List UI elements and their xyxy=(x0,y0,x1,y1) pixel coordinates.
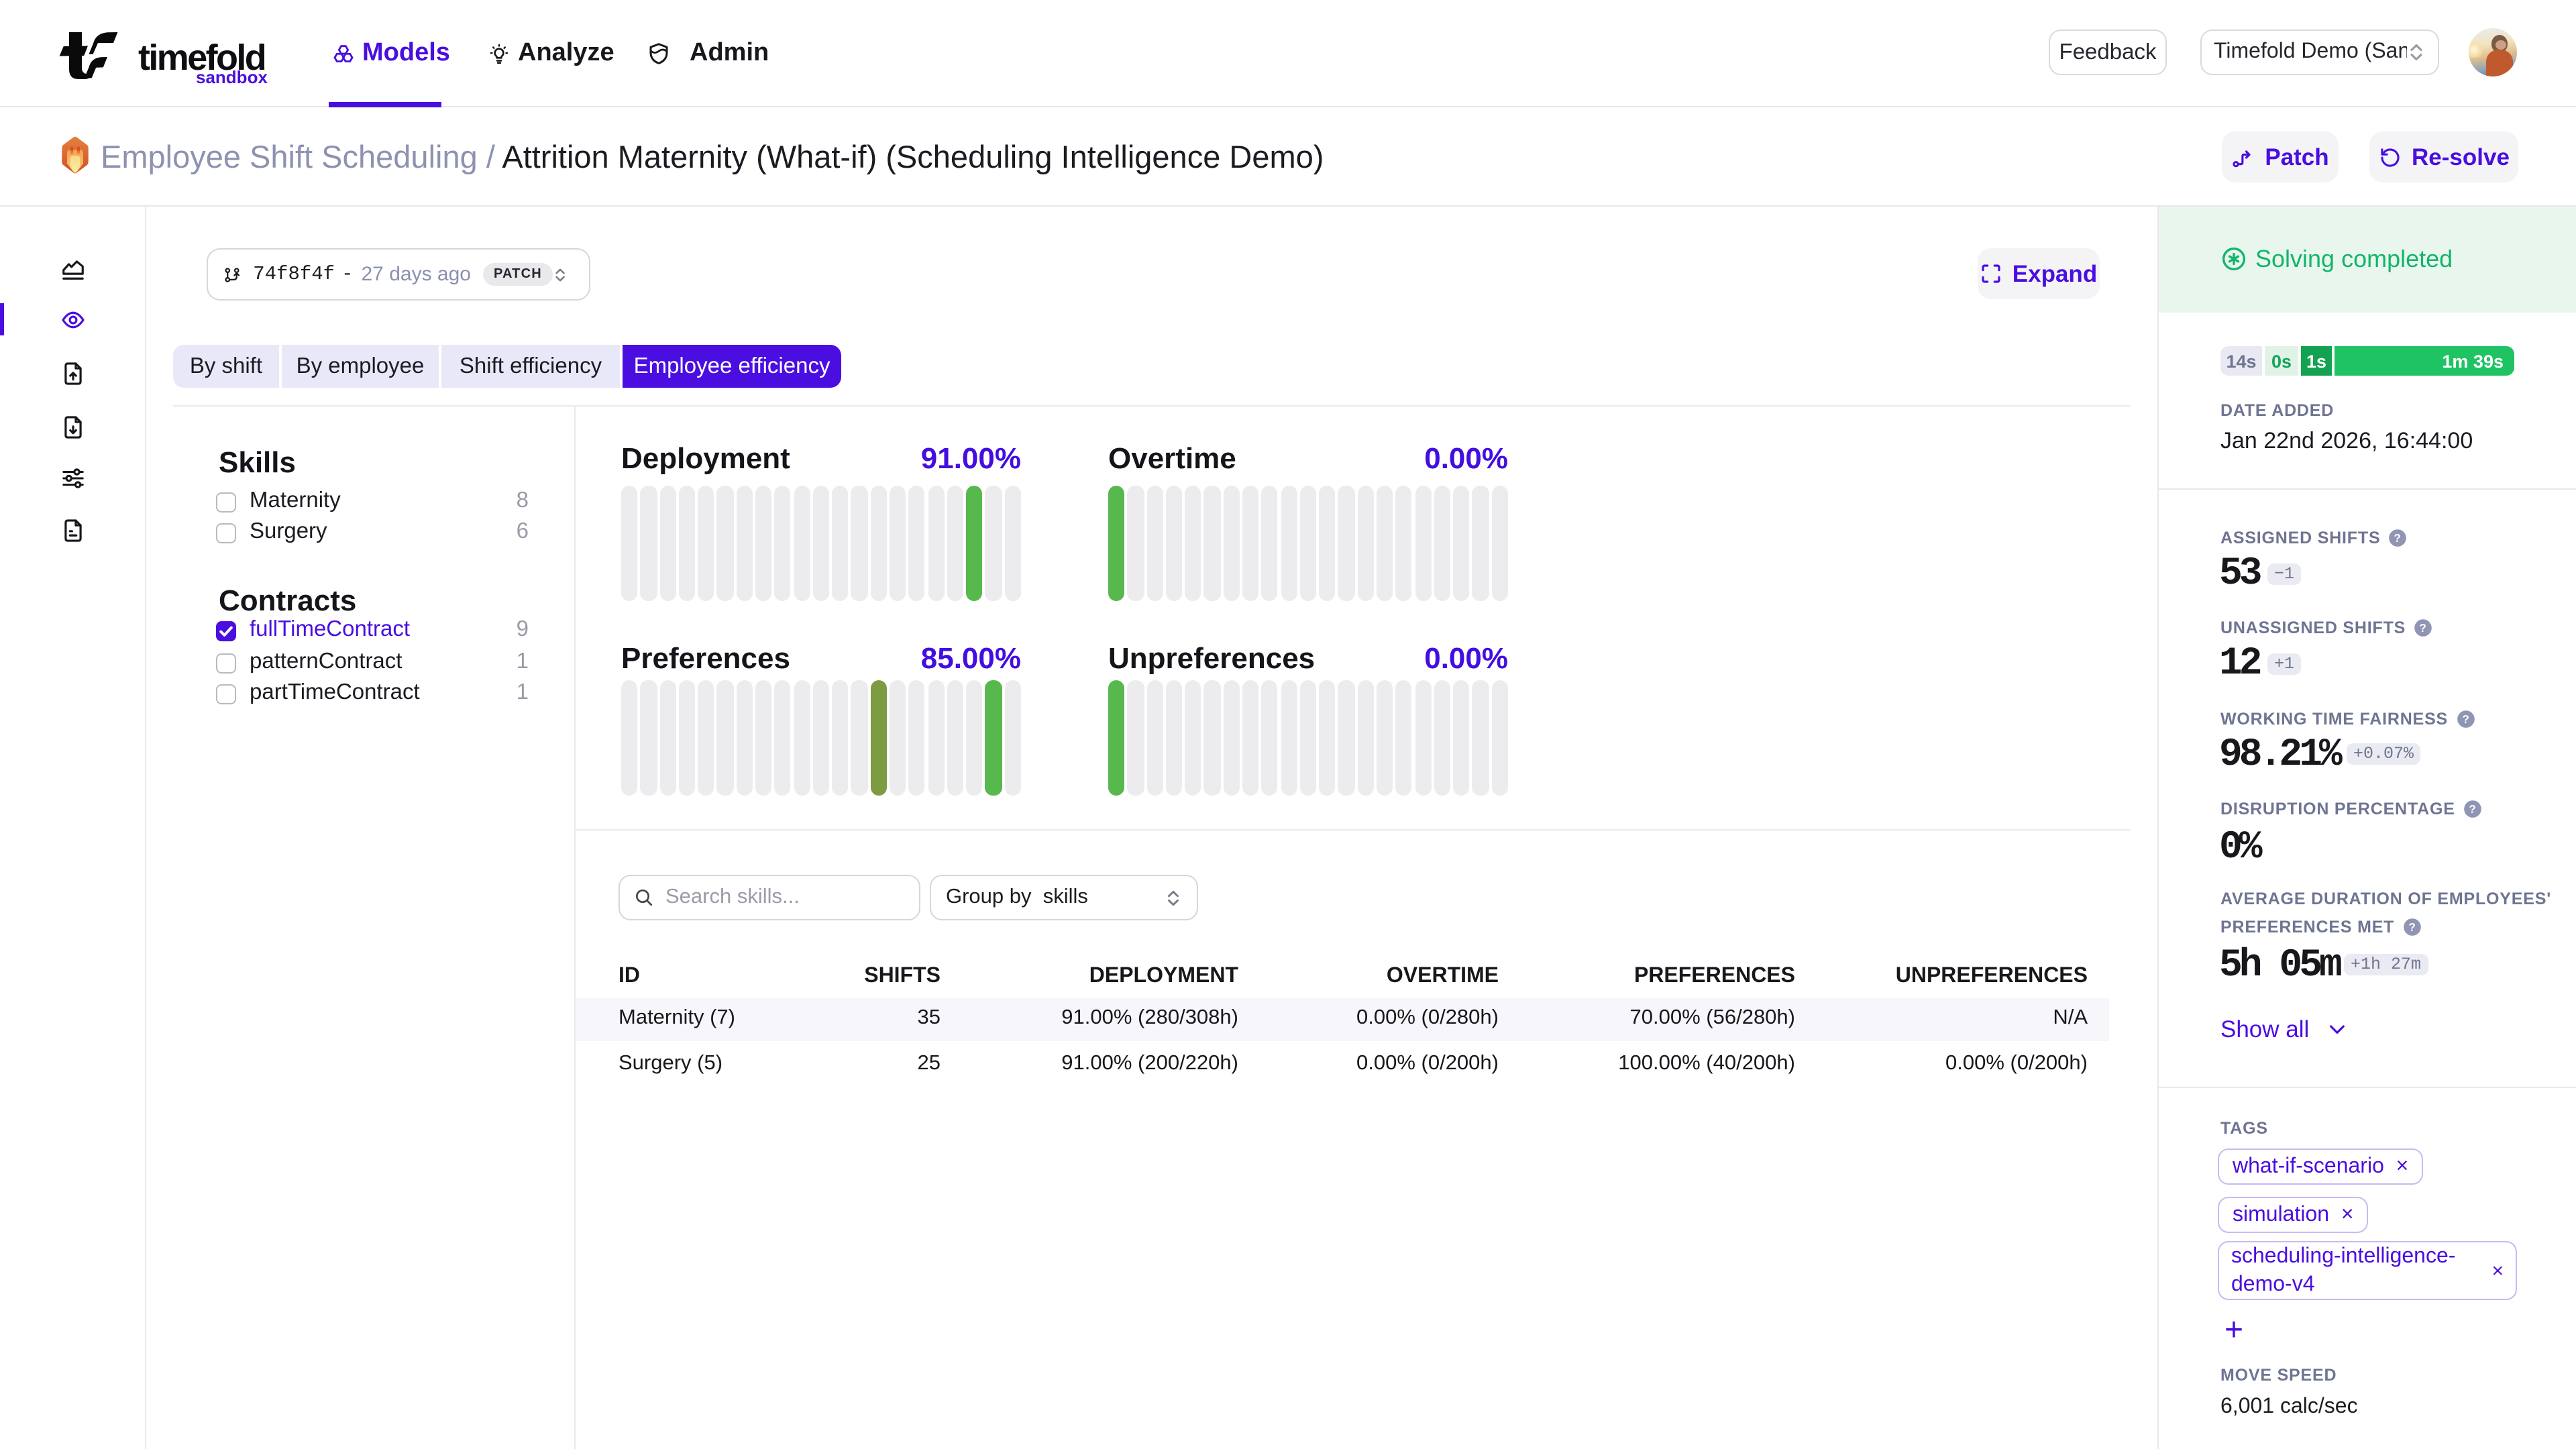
svg-text:?: ? xyxy=(2461,712,2469,726)
svg-text:?: ? xyxy=(2469,802,2476,816)
svg-text:?: ? xyxy=(2394,531,2402,545)
svg-text:?: ? xyxy=(2408,920,2416,934)
svg-text:?: ? xyxy=(2419,621,2426,635)
